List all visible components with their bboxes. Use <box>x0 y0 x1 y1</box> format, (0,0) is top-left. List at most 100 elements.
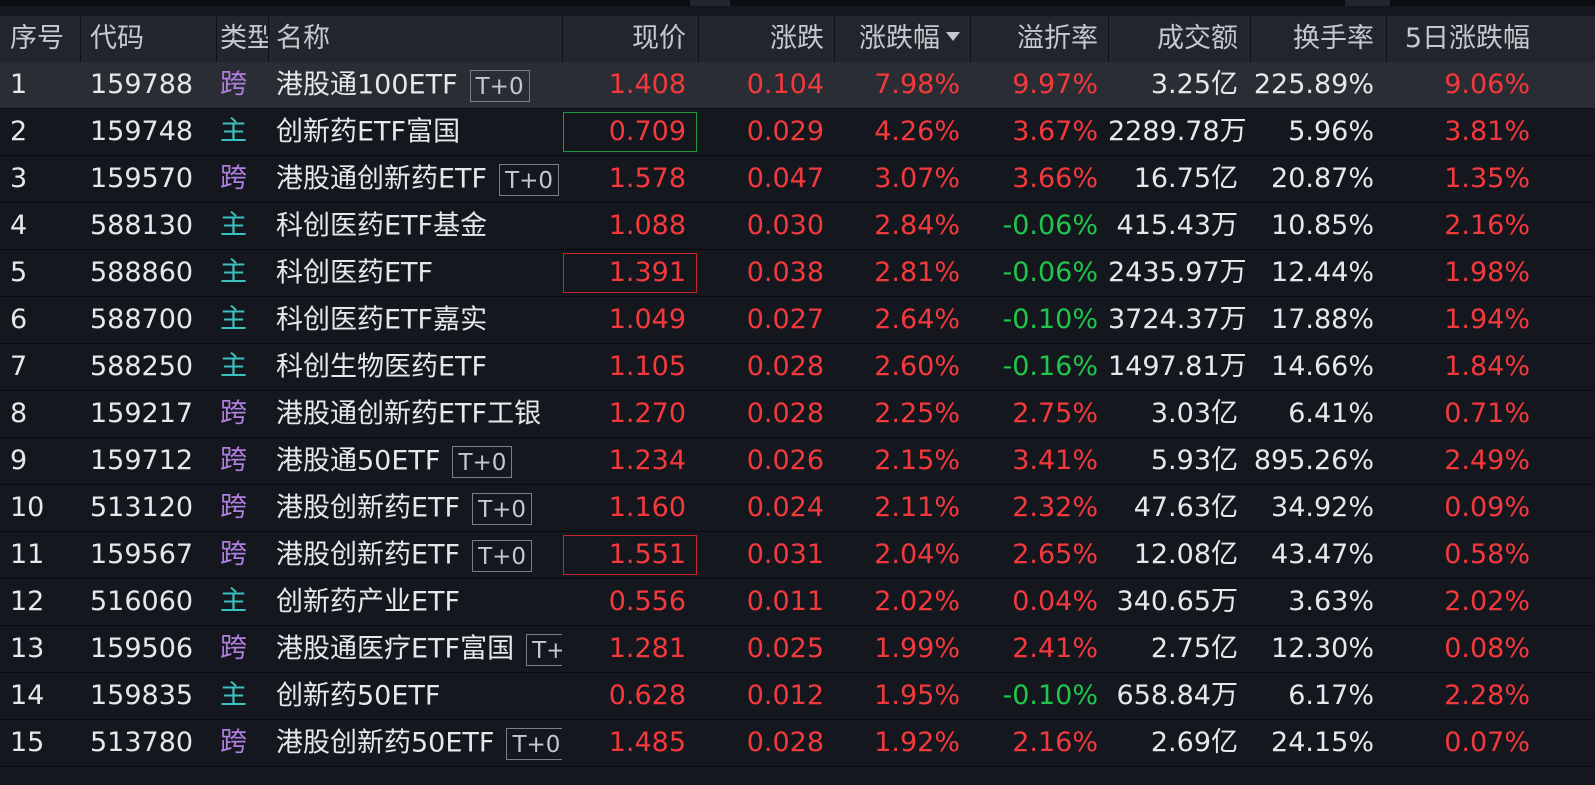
table-row[interactable]: 8 159217 跨港股通创新药ETF工银 1.270 0.028 2.25% 2.75% 3… <box>0 391 1595 438</box>
cell-pct5d: 0.09% <box>1444 492 1530 523</box>
table-row[interactable]: 5 588860 主科创医药ETF 1.391 0.038 2.81% -0.06% 2435… <box>0 250 1595 297</box>
column-header-premium[interactable]: 溢折率 <box>970 16 1108 62</box>
cell-code: 588130 <box>90 210 194 241</box>
column-header-name[interactable]: 名称 <box>268 16 562 62</box>
cell-change: 0.027 <box>746 304 824 335</box>
cell-code: 513120 <box>90 492 194 523</box>
t0-tag: T+0 <box>506 727 562 760</box>
cell-seq: 2 <box>10 116 28 147</box>
cell-seq: 9 <box>10 445 28 476</box>
column-header-change[interactable]: 涨跌 <box>698 16 834 62</box>
column-header-label: 代码 <box>90 23 144 54</box>
cell-name: 港股通创新药ETF T+0 <box>276 156 562 202</box>
cell-volume: 5.93亿 <box>1150 445 1238 476</box>
table-row[interactable]: 13 159506 跨港股通医疗ETF富国 T+0 1.281 0.025 1.99% 2.4… <box>0 626 1595 673</box>
cell-price: 1.088 <box>608 210 686 241</box>
cell-premium: 3.41% <box>1012 445 1098 476</box>
quote-list-window: 序号 代码 类型 名称 现价 涨跌 涨跌幅 溢折率 成交额 换手率 5日涨跌幅 1 159788 跨港股… <box>0 0 1595 785</box>
table-row[interactable]: 11 159567 跨港股创新药ETF T+0 1.551 0.031 2.04% 2.65%… <box>0 532 1595 579</box>
header-divider <box>970 16 971 62</box>
cell-seq: 11 <box>10 539 45 570</box>
cell-premium: -0.06% <box>1002 210 1098 241</box>
column-header-seq[interactable]: 序号 <box>0 16 80 62</box>
cell-premium: 2.41% <box>1012 633 1098 664</box>
fund-name: 科创生物医药ETF <box>276 351 488 383</box>
column-header-pct5d[interactable]: 5日涨跌幅 <box>1386 16 1542 62</box>
cell-premium: 3.67% <box>1012 116 1098 147</box>
table-row[interactable]: 12 516060 主创新药产业ETF 0.556 0.011 2.02% 0.04% 340… <box>0 579 1595 626</box>
header-divider <box>1250 16 1251 62</box>
cell-code: 588700 <box>90 304 194 335</box>
column-header-turnover[interactable]: 换手率 <box>1250 16 1386 62</box>
cell-volume: 3724.37万 <box>1108 304 1247 335</box>
header-divider <box>698 16 699 62</box>
cell-pct5d: 1.84% <box>1444 351 1530 382</box>
cell-pct5d: 0.07% <box>1444 727 1530 758</box>
cell-name: 科创生物医药ETF <box>276 344 562 390</box>
cell-pct: 1.95% <box>874 680 960 711</box>
table-row[interactable]: 4 588130 主科创医药ETF基金 1.088 0.030 2.84% -0.06% 41… <box>0 203 1595 250</box>
fund-name: 港股通50ETF <box>276 445 441 477</box>
cell-price: 1.160 <box>608 492 686 523</box>
cell-price: 1.391 <box>608 257 686 288</box>
column-header-label: 名称 <box>276 23 330 54</box>
cell-name: 港股创新药ETF T+0 <box>276 485 562 531</box>
cross-market-badge: 跨 <box>220 539 247 570</box>
cell-change: 0.028 <box>746 727 824 758</box>
cell-turnover: 17.88% <box>1271 304 1374 335</box>
cell-name: 港股通100ETF T+0 <box>276 62 562 108</box>
cell-volume: 3.25亿 <box>1150 69 1238 100</box>
cell-seq: 1 <box>10 69 28 100</box>
cell-change: 0.047 <box>746 163 824 194</box>
fund-name: 科创医药ETF嘉实 <box>276 304 488 336</box>
cell-pct: 2.60% <box>874 351 960 382</box>
table-row[interactable]: 7 588250 主科创生物医药ETF 1.105 0.028 2.60% -0.16% 14… <box>0 344 1595 391</box>
table-row[interactable]: 9 159712 跨港股通50ETF T+0 1.234 0.026 2.15% 3.41% 5… <box>0 438 1595 485</box>
table-row[interactable]: 14 159835 主创新药50ETF 0.628 0.012 1.95% -0.10% 65… <box>0 673 1595 720</box>
cell-turnover: 6.17% <box>1288 680 1374 711</box>
cell-turnover: 24.15% <box>1271 727 1374 758</box>
cell-volume: 2289.78万 <box>1108 116 1247 147</box>
cell-pct: 1.99% <box>874 633 960 664</box>
cell-code: 159835 <box>90 680 194 711</box>
column-header-pct[interactable]: 涨跌幅 <box>834 16 970 62</box>
cell-change: 0.029 <box>746 116 824 147</box>
cell-pct: 2.04% <box>874 539 960 570</box>
column-header-price[interactable]: 现价 <box>562 16 698 62</box>
cell-code: 159712 <box>90 445 194 476</box>
cell-premium: -0.10% <box>1002 304 1098 335</box>
cell-pct5d: 0.71% <box>1444 398 1530 429</box>
fund-name: 创新药ETF富国 <box>276 116 461 148</box>
column-header-volume[interactable]: 成交额 <box>1108 16 1250 62</box>
main-board-badge: 主 <box>220 210 247 241</box>
table-row[interactable]: 6 588700 主科创医药ETF嘉实 1.049 0.027 2.64% -0.10% 37… <box>0 297 1595 344</box>
table-row[interactable]: 2 159748 主创新药ETF富国 0.709 0.029 4.26% 3.67% 2289… <box>0 109 1595 156</box>
cell-turnover: 225.89% <box>1253 69 1374 100</box>
t0-tag: T+0 <box>526 633 562 666</box>
main-board-badge: 主 <box>220 116 247 147</box>
column-header-type[interactable]: 类型 <box>216 16 268 62</box>
fund-name: 港股创新药ETF <box>276 539 461 571</box>
cell-name: 创新药产业ETF <box>276 579 562 625</box>
cell-turnover: 34.92% <box>1271 492 1374 523</box>
table-row[interactable]: 10 513120 跨港股创新药ETF T+0 1.160 0.024 2.11% 2.32%… <box>0 485 1595 532</box>
cell-price: 1.105 <box>608 351 686 382</box>
cell-name: 科创医药ETF基金 <box>276 203 562 249</box>
cell-pct5d: 2.02% <box>1444 586 1530 617</box>
fund-name: 港股通医疗ETF富国 <box>276 633 515 665</box>
cell-pct5d: 2.49% <box>1444 445 1530 476</box>
cell-pct5d: 2.28% <box>1444 680 1530 711</box>
fund-name: 创新药产业ETF <box>276 586 461 618</box>
cell-volume: 658.84万 <box>1116 680 1238 711</box>
table-row[interactable]: 15 513780 跨港股创新药50ETF T+0 1.485 0.028 1.92% 2.1… <box>0 720 1595 767</box>
table-row[interactable]: 1 159788 跨港股通100ETF T+0 1.408 0.104 7.98% 9.97%… <box>0 62 1595 109</box>
table-row[interactable]: 3 159570 跨港股通创新药ETF T+0 1.578 0.047 3.07% 3.66%… <box>0 156 1595 203</box>
column-header-code[interactable]: 代码 <box>80 16 216 62</box>
cell-turnover: 14.66% <box>1271 351 1374 382</box>
cell-change: 0.011 <box>746 586 824 617</box>
cell-pct5d: 0.08% <box>1444 633 1530 664</box>
fund-name: 港股创新药50ETF <box>276 727 495 759</box>
cell-turnover: 43.47% <box>1271 539 1374 570</box>
column-header-label: 涨跌 <box>770 23 824 54</box>
cell-code: 588250 <box>90 351 194 382</box>
